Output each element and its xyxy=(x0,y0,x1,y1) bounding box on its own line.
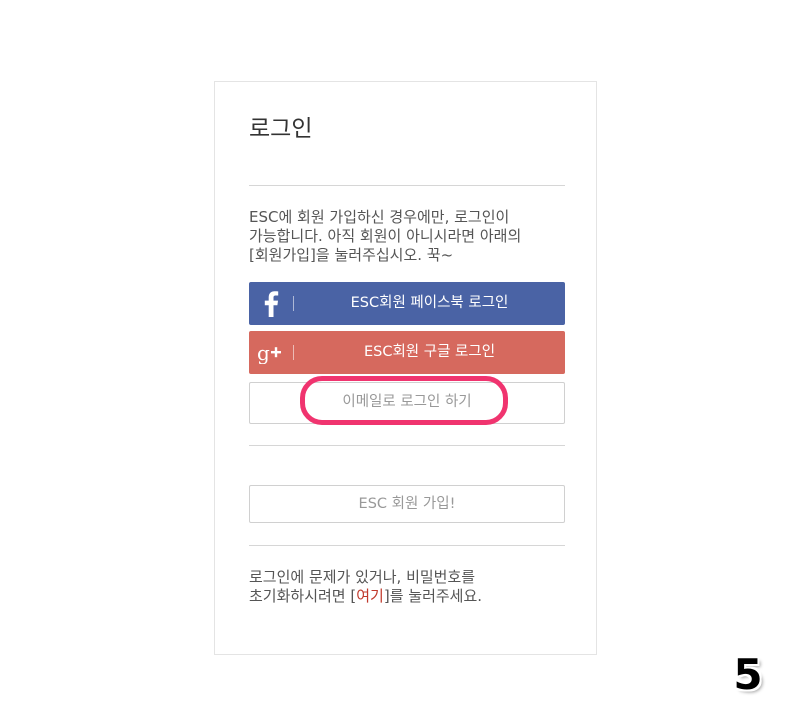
google-login-label: ESC회원 구글 로그인 xyxy=(363,344,496,360)
facebook-icon xyxy=(249,282,293,325)
divider xyxy=(249,445,565,446)
svg-text:g: g xyxy=(257,342,270,364)
divider xyxy=(249,185,565,186)
reset-password-link[interactable]: 여기 xyxy=(356,587,384,605)
login-card: 로그인 ESC에 회원 가입하신 경우에만, 로그인이 가능합니다. 아직 회원… xyxy=(214,81,597,655)
divider xyxy=(249,545,565,546)
facebook-login-button[interactable]: ESC회원 페이스북 로그인 xyxy=(249,282,565,325)
email-login-button[interactable]: 이메일로 로그인 하기 xyxy=(249,382,565,424)
google-plus-icon: g xyxy=(249,331,293,374)
login-notice: ESC에 회원 가입하신 경우에만, 로그인이 가능합니다. 아직 회원이 아니… xyxy=(249,208,522,264)
facebook-login-label: ESC회원 페이스북 로그인 xyxy=(350,295,509,311)
join-button[interactable]: ESC 회원 가입! xyxy=(249,485,565,523)
google-login-button[interactable]: g ESC회원 구글 로그인 xyxy=(249,331,565,374)
page: 로그인 ESC에 회원 가입하신 경우에만, 로그인이 가능합니다. 아직 회원… xyxy=(0,0,800,722)
step-number-badge: 5 xyxy=(733,650,763,699)
help-suffix: ]를 눌러주세요. xyxy=(383,587,483,605)
password-help-text: 로그인에 문제가 있거나, 비밀번호를 초기화하시려면 [여기]를 눌러주세요. xyxy=(249,568,565,606)
page-title: 로그인 xyxy=(249,116,313,142)
